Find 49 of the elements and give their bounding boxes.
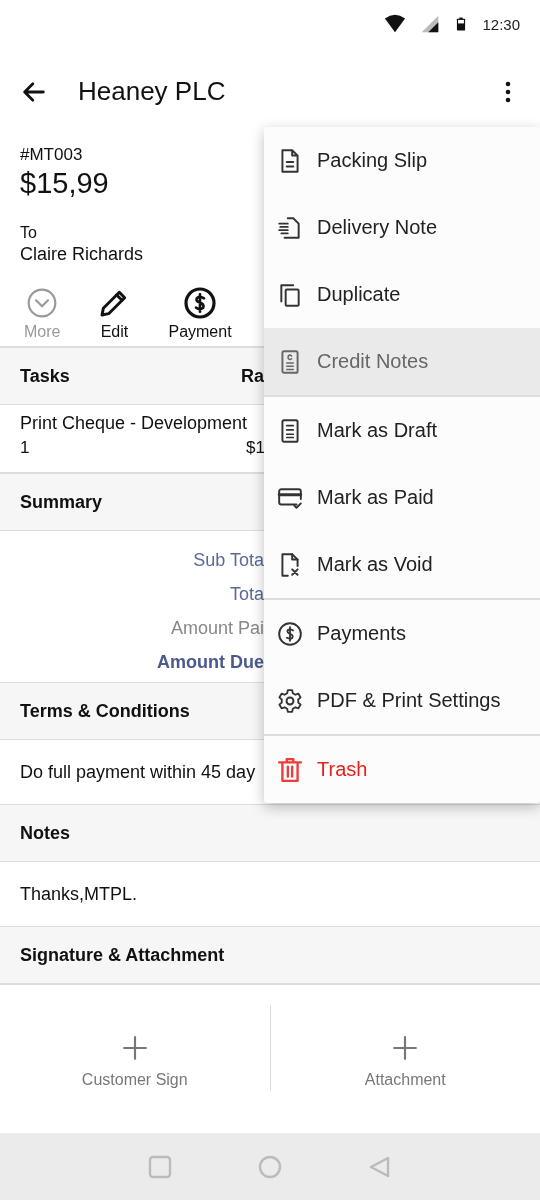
action-button[interactable]: Edit [88, 287, 141, 343]
trash-icon [277, 756, 303, 783]
square-icon[interactable] [148, 1154, 172, 1179]
settings-icon [277, 687, 303, 714]
section-title: Notes [20, 822, 70, 844]
summary-label: Amount Pai [170, 616, 264, 640]
customer-name: Claire Richards [20, 244, 144, 265]
circle-icon[interactable] [258, 1154, 282, 1179]
dollar-icon [184, 287, 216, 319]
task-quantity: 1 [20, 438, 30, 458]
to-label: To [20, 224, 37, 242]
invoice-number: #MT003 [20, 145, 83, 165]
summary-label: Sub Tota [193, 548, 264, 572]
lines-document-icon [277, 214, 303, 241]
triangle-icon[interactable] [368, 1154, 392, 1179]
section-title: Tasks [20, 365, 70, 387]
task-name: Print Cheque - Development [20, 413, 248, 434]
summary-label: Amount Due [157, 650, 264, 674]
section-title: Terms & Conditions [20, 700, 190, 722]
notes-text: Thanks,MTPL. [20, 882, 138, 906]
chevron-circle-icon [26, 287, 59, 319]
wifi-icon [384, 13, 407, 35]
summary-label: Tota [229, 582, 264, 606]
task-rate: $1 [246, 438, 265, 458]
menu-item[interactable]: Trash [264, 736, 540, 803]
menu-item[interactable]: Packing Slip [264, 127, 540, 194]
menu-item[interactable]: Delivery Note [264, 194, 540, 261]
menu-item[interactable]: Payments [264, 600, 540, 667]
menu-item[interactable]: PDF & Print Settings [264, 667, 540, 734]
plus-icon [392, 1035, 419, 1061]
status-time: 12:30 [482, 15, 520, 33]
menu-item[interactable]: Duplicate [264, 261, 540, 328]
section-title: Signature & Attachment [20, 944, 225, 966]
dollar-icon [277, 620, 303, 647]
copy-icon [277, 281, 303, 308]
action-button[interactable]: Payment [158, 287, 242, 343]
screen-title: Heaney PLC [78, 76, 226, 107]
add-button[interactable]: Attachment [270, 1005, 540, 1091]
menu-item[interactable]: Mark as Draft [264, 397, 540, 464]
plus-icon [121, 1035, 148, 1061]
terms-text: Do full payment within 45 day [20, 760, 256, 784]
menu-item[interactable]: Mark as Paid [264, 464, 540, 531]
signal-icon [420, 14, 441, 34]
add-button[interactable]: Customer Sign [0, 1005, 271, 1091]
menu-item[interactable]: Credit Notes [264, 328, 540, 395]
menu-item[interactable]: Mark as Void [264, 531, 540, 598]
invoice-amount: $15,99 [20, 167, 109, 200]
column-header: Ra [241, 365, 264, 387]
section-title: Summary [20, 491, 103, 513]
